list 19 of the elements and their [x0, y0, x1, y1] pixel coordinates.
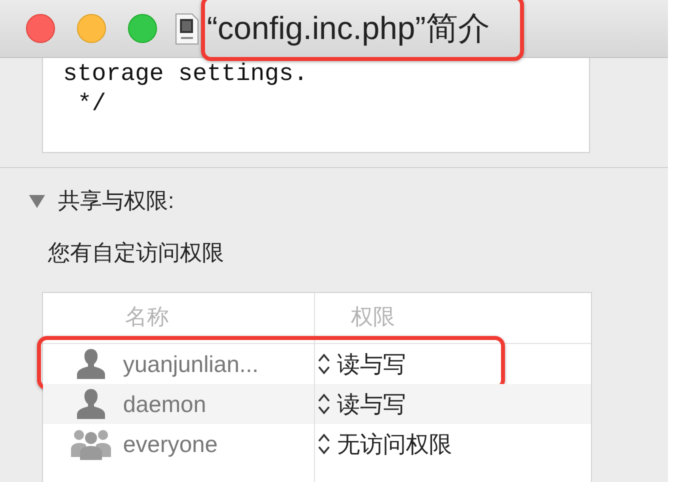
privilege-popup[interactable]: 无访问权限 [317, 428, 452, 460]
section-heading: 共享与权限: [58, 187, 174, 215]
disclosure-triangle-down-icon[interactable] [28, 193, 46, 209]
stepper-icon [317, 392, 331, 416]
file-preview: storage settings. */ [42, 58, 590, 153]
privilege-popup[interactable]: 读与写 [317, 348, 406, 380]
zoom-button[interactable] [128, 14, 157, 43]
close-button[interactable] [26, 14, 55, 43]
user-name: everyone [123, 430, 218, 458]
minimize-button[interactable] [77, 14, 106, 43]
document-icon [175, 12, 199, 44]
stepper-icon [317, 352, 331, 376]
group-icon [71, 427, 111, 461]
user-name: yuanjunlian... [123, 350, 259, 378]
stepper-icon [317, 432, 331, 456]
user-name: daemon [123, 390, 206, 418]
privilege-popup[interactable]: 读与写 [317, 388, 406, 420]
access-summary: 您有自定访问权限 [48, 239, 225, 267]
window-title: “config.inc.php”简介 [207, 8, 490, 48]
